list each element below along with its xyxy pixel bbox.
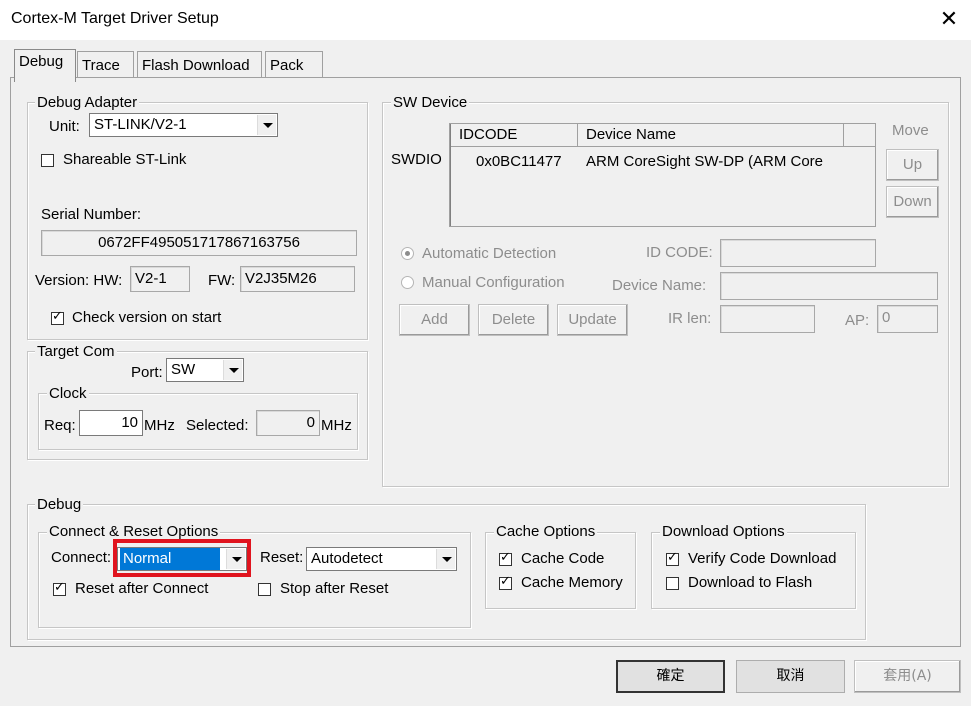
unit-select[interactable]: ST-LINK/V2-1 — [89, 113, 278, 137]
download-flash-checkbox[interactable] — [666, 577, 679, 590]
delete-button[interactable]: Delete — [478, 304, 549, 336]
add-button[interactable]: Add — [399, 304, 470, 336]
auto-detect-radio[interactable] — [401, 247, 414, 260]
id-code-field[interactable] — [720, 239, 876, 267]
req-label: Req: — [44, 417, 76, 434]
auto-detect-label: Automatic Detection — [422, 245, 557, 262]
check-version-label: Check version on start — [72, 309, 222, 326]
swdio-label: SWDIO — [391, 151, 442, 168]
cache-options-group — [485, 532, 636, 609]
device-name-label: Device Name: — [612, 277, 707, 294]
column-header-extra[interactable] — [844, 124, 876, 147]
row-device-name[interactable]: ARM CoreSight SW-DP (ARM Core — [586, 153, 823, 171]
connect-reset-title: Connect & Reset Options — [47, 523, 221, 540]
clock-title: Clock — [47, 385, 89, 402]
verify-download-checkbox[interactable] — [666, 550, 679, 566]
unit-label: Unit: — [49, 118, 80, 135]
tab-debug[interactable]: Debug — [14, 49, 76, 82]
hw-label: Version: HW: — [35, 272, 123, 289]
move-up-button[interactable]: Up — [886, 149, 939, 181]
ir-len-field[interactable] — [720, 305, 815, 333]
chevron-down-icon — [257, 115, 276, 135]
move-label: Move — [892, 122, 929, 139]
tab-trace[interactable]: Trace — [77, 51, 134, 79]
selected-label: Selected: — [186, 417, 249, 434]
sw-device-table[interactable]: IDCODE Device Name 0x0BC11477 ARM CoreSi… — [449, 123, 876, 227]
reset-value: Autodetect — [311, 550, 383, 567]
ir-len-label: IR len: — [668, 310, 712, 327]
ap-label: AP: — [845, 312, 870, 329]
shareable-checkbox[interactable] — [41, 154, 54, 167]
stop-after-reset-checkbox[interactable] — [258, 583, 271, 596]
req-unit: MHz — [144, 417, 175, 434]
debug-title: Debug — [35, 496, 84, 513]
cache-options-title: Cache Options — [494, 523, 598, 540]
move-down-button[interactable]: Down — [886, 186, 939, 218]
id-code-label: ID CODE: — [646, 244, 713, 261]
column-header-device-name[interactable]: Device Name — [578, 124, 844, 147]
selected-unit: MHz — [321, 417, 352, 434]
manual-config-label: Manual Configuration — [422, 274, 565, 291]
fw-label: FW: — [208, 272, 236, 289]
check-version-checkbox[interactable] — [51, 309, 64, 325]
manual-config-radio[interactable] — [401, 276, 414, 289]
close-icon[interactable]: ✕ — [936, 6, 962, 32]
cache-memory-label: Cache Memory — [521, 574, 623, 591]
serial-label: Serial Number: — [41, 206, 142, 223]
update-button[interactable]: Update — [557, 304, 628, 336]
debug-adapter-title: Debug Adapter — [35, 94, 140, 111]
reset-after-connect-label: Reset after Connect — [75, 580, 209, 597]
connect-highlight — [113, 539, 251, 577]
serial-field: 0672FF495051717867163756 — [41, 230, 357, 256]
port-label: Port: — [131, 364, 163, 381]
download-options-title: Download Options — [660, 523, 787, 540]
cache-code-label: Cache Code — [521, 550, 605, 567]
download-options-group — [651, 532, 856, 609]
device-name-field[interactable] — [720, 272, 938, 300]
hw-field: V2-1 — [130, 266, 190, 292]
tab-flash-download[interactable]: Flash Download — [137, 51, 262, 79]
ok-button[interactable]: 確定 — [616, 660, 725, 693]
reset-after-connect-checkbox[interactable] — [53, 580, 66, 596]
target-com-title: Target Com — [35, 343, 117, 360]
port-select[interactable]: SW — [166, 358, 244, 382]
download-flash-label: Download to Flash — [688, 574, 813, 591]
reset-select[interactable]: Autodetect — [306, 547, 457, 571]
row-idcode[interactable]: 0x0BC11477 — [476, 153, 562, 171]
fw-field: V2J35M26 — [240, 266, 355, 292]
port-value: SW — [171, 361, 196, 378]
sw-device-title: SW Device — [391, 94, 470, 111]
verify-download-label: Verify Code Download — [688, 550, 837, 567]
window-title: Cortex-M Target Driver Setup — [11, 10, 219, 27]
req-input[interactable]: 10 — [79, 410, 143, 436]
stop-after-reset-label: Stop after Reset — [280, 580, 389, 597]
selected-field: 0 — [256, 410, 320, 436]
chevron-down-icon — [223, 360, 242, 380]
cache-memory-checkbox[interactable] — [499, 574, 512, 590]
cache-code-checkbox[interactable] — [499, 550, 512, 566]
ap-field[interactable]: 0 — [877, 305, 938, 333]
apply-button[interactable]: 套用(A) — [854, 660, 961, 693]
unit-value: ST-LINK/V2-1 — [94, 116, 187, 133]
reset-label: Reset: — [260, 549, 304, 566]
column-header-idcode[interactable]: IDCODE — [451, 124, 578, 147]
tab-pack[interactable]: Pack — [265, 51, 323, 79]
chevron-down-icon — [436, 549, 455, 569]
shareable-label: Shareable ST-Link — [63, 151, 187, 168]
connect-label: Connect: — [51, 549, 112, 566]
cancel-button[interactable]: 取消 — [736, 660, 845, 693]
